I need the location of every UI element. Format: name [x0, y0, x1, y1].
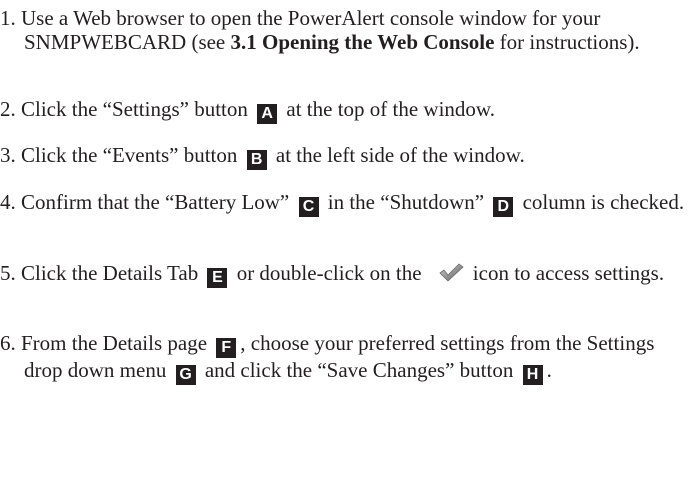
step-text: Click the Details Tab: [21, 261, 204, 285]
section-reference: 3.1 Opening the Web Console: [230, 30, 495, 54]
callout-badge-e: E: [207, 268, 228, 288]
step-number: 1.: [0, 6, 16, 30]
step-text: Confirm that the “Battery Low”: [21, 190, 295, 214]
step-5: 5. Click the Details Tab E or double-cli…: [0, 261, 690, 288]
callout-badge-b: B: [246, 150, 267, 170]
callout-badge-f: F: [216, 338, 237, 358]
step-2: 2. Click the “Settings” button A at the …: [0, 97, 690, 124]
step-number: 2.: [0, 97, 16, 121]
step-text: From the Details page: [21, 331, 213, 355]
callout-badge-h: H: [522, 365, 543, 385]
step-text: for instructions).: [494, 30, 640, 54]
step-number: 3.: [0, 143, 16, 167]
callout-badge-d: D: [493, 197, 514, 217]
step-number: 6.: [0, 331, 16, 355]
step-text: in the “Shutdown”: [322, 190, 490, 214]
callout-badge-c: C: [298, 197, 319, 217]
step-4: 4. Confirm that the “Battery Low” C in t…: [0, 190, 690, 217]
step-text: icon to access settings.: [472, 261, 665, 285]
instruction-page: 1. Use a Web browser to open the PowerAl…: [0, 0, 699, 495]
step-number: 5.: [0, 261, 16, 285]
step-1: 1. Use a Web browser to open the PowerAl…: [0, 6, 690, 54]
step-3: 3. Click the “Events” button B at the le…: [0, 143, 690, 170]
step-text: Click the “Settings” button: [21, 97, 254, 121]
step-text: Click the “Events” button: [21, 143, 243, 167]
step-number: 4.: [0, 190, 16, 214]
step-text: at the left side of the window.: [270, 143, 525, 167]
step-text: and click the “Save Changes” button: [199, 358, 519, 382]
step-text: or double-click on the: [231, 261, 427, 285]
step-text: at the top of the window.: [281, 97, 495, 121]
callout-badge-a: A: [257, 104, 278, 124]
checkmark-icon: [437, 261, 465, 283]
step-text: column is checked.: [517, 190, 685, 214]
callout-badge-g: G: [175, 365, 196, 385]
step-text: .: [546, 358, 552, 382]
step-6: 6. From the Details page F, choose your …: [0, 331, 690, 385]
